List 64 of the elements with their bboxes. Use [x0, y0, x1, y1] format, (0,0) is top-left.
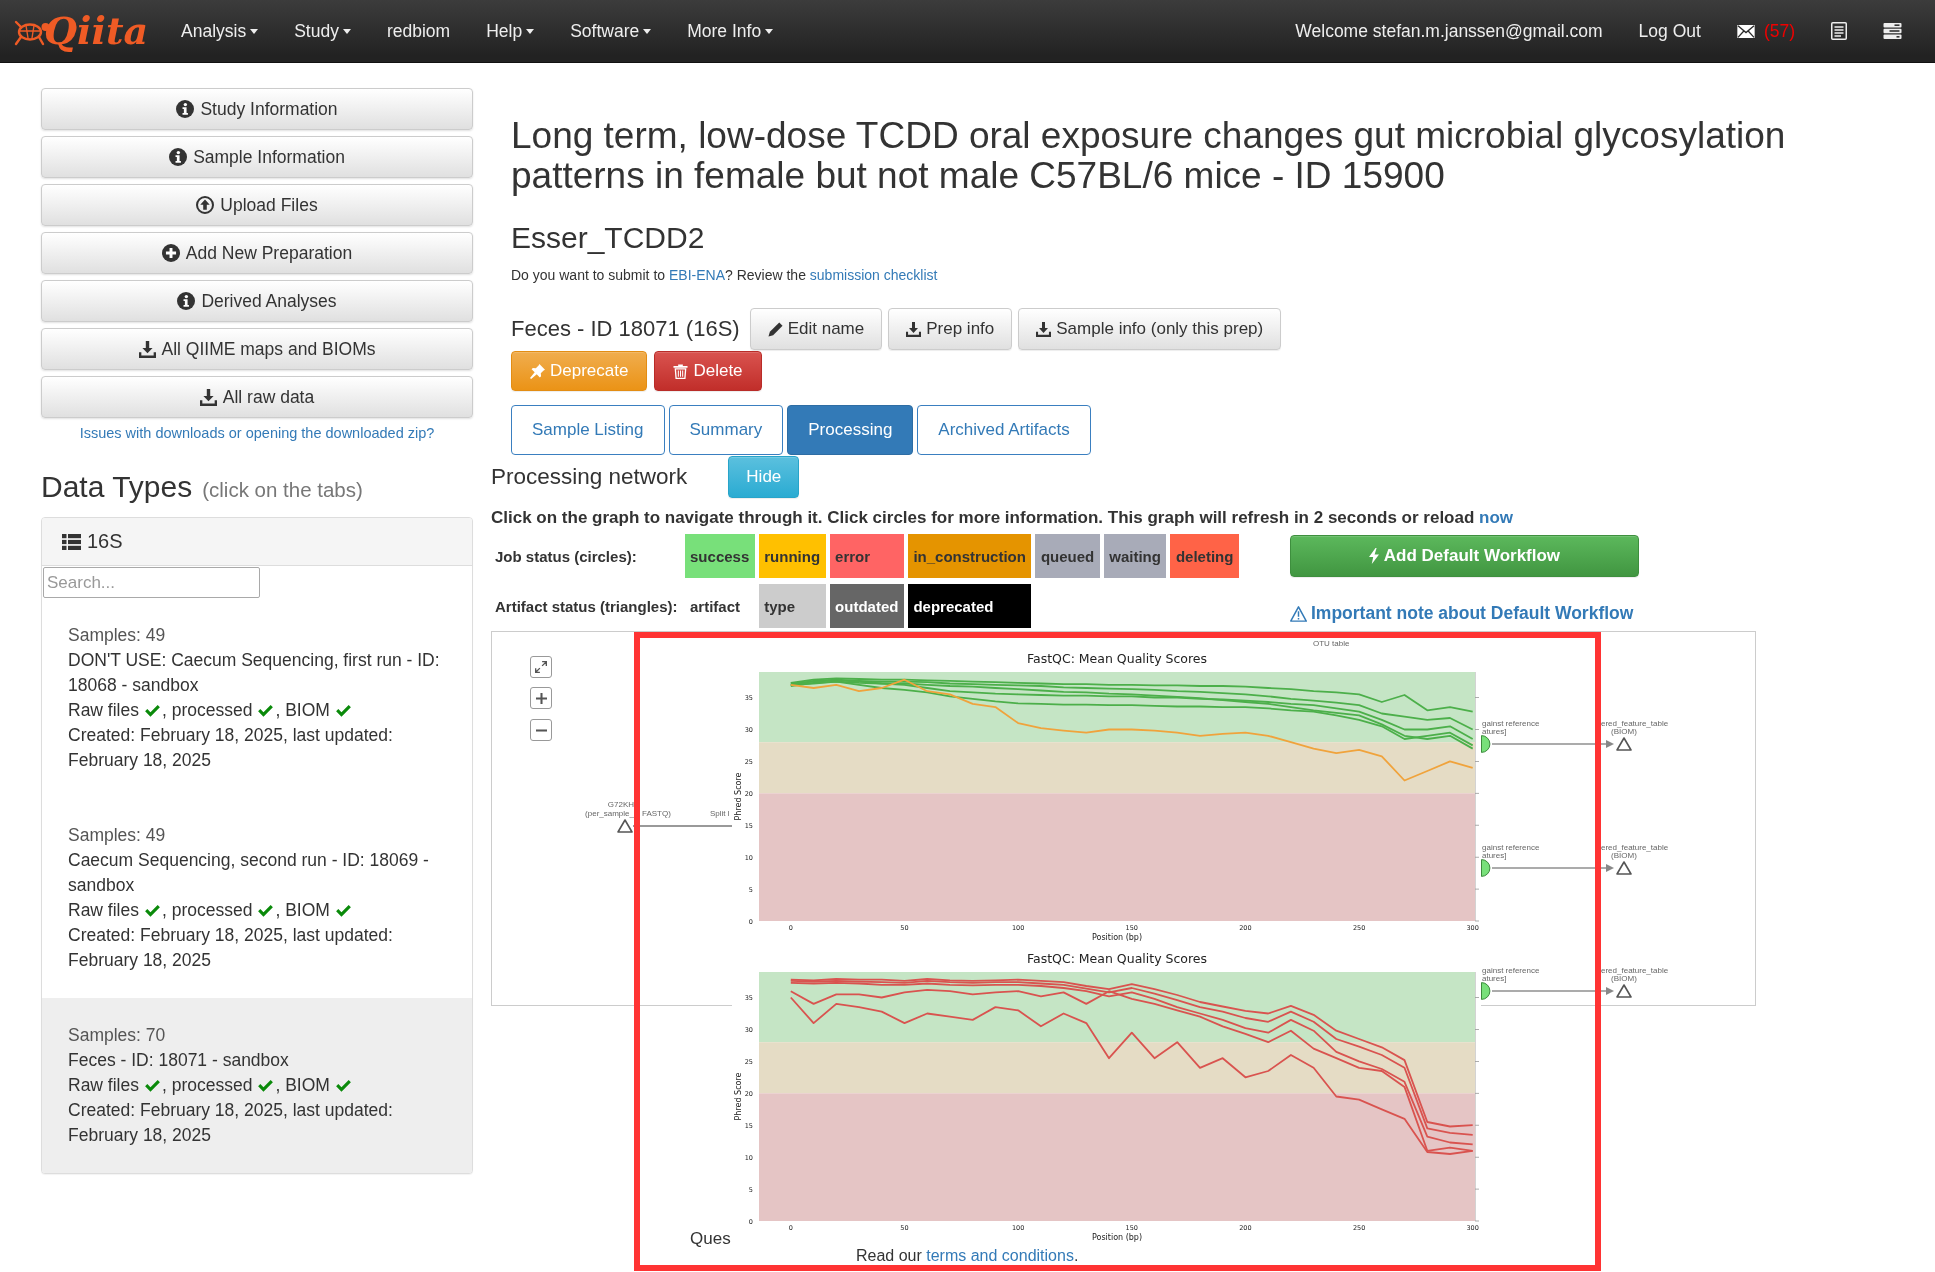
- prep-name: Feces - ID: 18071 - sandbox: [68, 1049, 290, 1072]
- node-label: gainst reference: [1482, 719, 1540, 728]
- node-label: gainst reference: [1482, 843, 1540, 852]
- job-status-tag: queued: [1035, 534, 1100, 578]
- section-title: Processing network: [491, 464, 688, 490]
- prep-name: DON'T USE: Caecum Sequencing, first run - ID: 18068 - sandbox: [68, 649, 441, 697]
- submission-notice: Do you want to submit to EBI-ENA? Review the submission checklist: [511, 266, 939, 284]
- artifact-status-tag: deprecated: [907, 584, 1032, 628]
- x-axis-label: Position (bp): [1091, 933, 1143, 942]
- chart-title: FastQC: Mean Quality Scores: [1026, 951, 1208, 966]
- file-status-label: , BIOM: [275, 699, 330, 722]
- node-label: ered_feature_table: [1601, 966, 1669, 975]
- job-status-tag: waiting: [1103, 534, 1167, 578]
- file-status-label: Raw files: [68, 1074, 139, 1097]
- terms-notice: Read our terms and conditions.: [856, 1247, 1079, 1264]
- chart-title: FastQC: Mean Quality Scores: [1026, 651, 1208, 666]
- sample-count: Samples: 70: [68, 1024, 167, 1047]
- instructions-text: Click on the graph to navigate through it. Click circles for more information. This graph will refresh in 2 seconds or reload now: [491, 508, 1514, 528]
- prep-name: Caecum Sequencing, second run - ID: 18069 - sandbox: [68, 849, 430, 897]
- node-label: (BIOM): [1611, 974, 1637, 983]
- y-axis-label: Phred Score: [734, 1072, 743, 1121]
- node-label: ered_feature_table: [1601, 843, 1669, 852]
- node-label: FASTQ): [642, 809, 671, 818]
- job-status-tag: deleting: [1170, 534, 1239, 578]
- file-status-label: , processed: [162, 899, 253, 922]
- node-label: (BIOM): [1611, 727, 1637, 736]
- x-axis-label: Position (bp): [1091, 1233, 1143, 1242]
- node-label: ered_feature_table: [1601, 719, 1669, 728]
- node-label: atures]: [1482, 851, 1507, 860]
- legend-label: Artifact status (triangles):: [494, 596, 679, 617]
- file-status-label: , BIOM: [275, 1074, 330, 1097]
- file-status-label: Raw files: [68, 899, 139, 922]
- prep-title: Feces - ID 18071 (16S): [511, 316, 740, 342]
- node-label: gainst reference: [1482, 966, 1540, 975]
- sample-count: Samples: 49: [68, 824, 167, 847]
- node-label: OTU table: [1313, 639, 1350, 648]
- prep-dates: Created: February 18, 2025, last updated: February 18, 2025: [68, 924, 394, 972]
- file-status-label: , BIOM: [275, 899, 330, 922]
- footer-text: Ques: [690, 1230, 731, 1247]
- study-title: Long term, low-dose TCDD oral exposure changes gut microbial glycosylation patterns in female but not male C57BL/6 mice - ID 15900: [511, 116, 1787, 196]
- node-label: Split l: [710, 809, 730, 818]
- job-status-tag: error: [829, 534, 904, 578]
- section-heading: Data Types: [41, 470, 193, 504]
- file-status-label: , processed: [162, 1074, 253, 1097]
- sample-count: Samples: 49: [68, 624, 167, 647]
- file-status-label: , processed: [162, 699, 253, 722]
- node-label: atures]: [1482, 974, 1507, 983]
- section-hint: (click on the tabs): [202, 477, 363, 503]
- study-alias: Esser_TCDD2: [511, 221, 706, 255]
- node-label: atures]: [1482, 727, 1507, 736]
- node-label: G72KH: [607, 800, 634, 809]
- prep-dates: Created: February 18, 2025, last updated: February 18, 2025: [68, 724, 394, 772]
- job-status-tag: in_construction: [907, 534, 1032, 578]
- artifact-status-tag: outdated: [829, 584, 904, 628]
- artifact-status-tag: type: [758, 584, 826, 628]
- y-axis-label: Phred Score: [734, 772, 743, 821]
- job-status-tag: success: [684, 534, 755, 578]
- node-label: (BIOM): [1611, 851, 1637, 860]
- job-status-tag: running: [758, 534, 826, 578]
- legend-label: Job status (circles):: [494, 546, 638, 567]
- file-status-label: Raw files: [68, 699, 139, 722]
- node-label: (per_sample_: [585, 809, 634, 818]
- prep-dates: Created: February 18, 2025, last updated: February 18, 2025: [68, 1099, 394, 1147]
- panel-title: 16S: [87, 530, 123, 553]
